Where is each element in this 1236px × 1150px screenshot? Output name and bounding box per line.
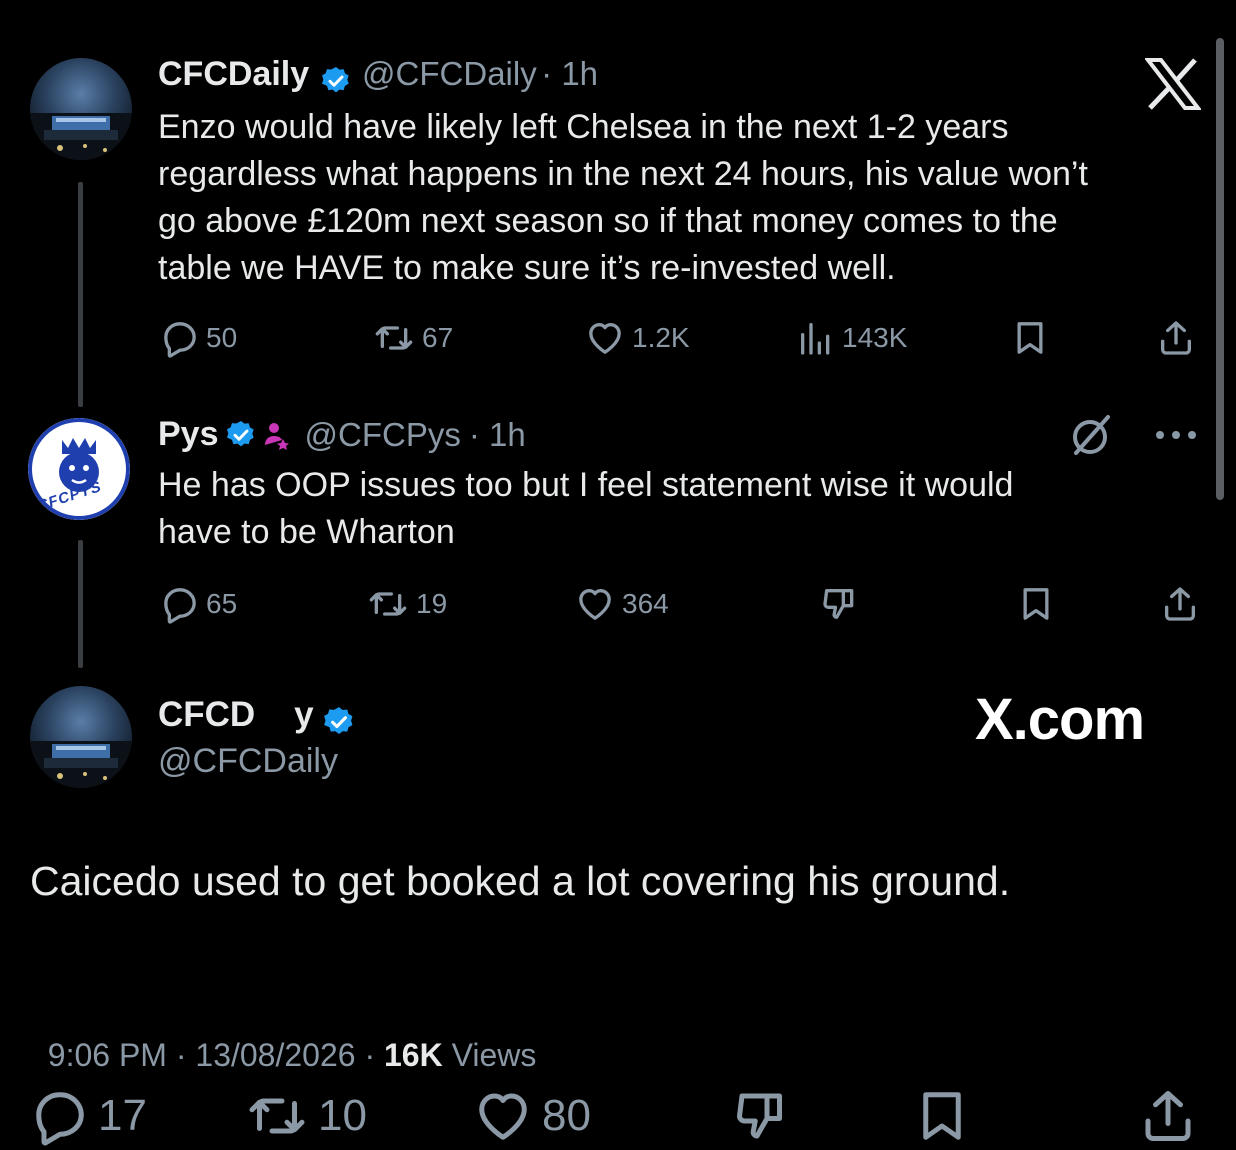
avatar[interactable]: CFCPYS [28, 418, 130, 520]
repost-count: 67 [422, 322, 454, 353]
affiliate-icon [264, 422, 289, 450]
watermark: X.com [975, 687, 1145, 752]
reply-icon [160, 318, 200, 358]
like-count: 1.2K [632, 322, 690, 353]
handle[interactable]: @CFCPys [305, 416, 461, 454]
timestamp[interactable]: 9:06 PM · 13/08/2026 · [48, 1037, 384, 1073]
repost-button[interactable]: 10 [244, 1086, 367, 1146]
display-name[interactable]: CFCDaily [158, 55, 309, 93]
bookmark-button[interactable] [912, 1086, 980, 1146]
like-count: 364 [622, 588, 669, 619]
share-icon [1160, 584, 1200, 624]
thread-line [78, 540, 83, 668]
share-icon [1138, 1086, 1198, 1146]
bookmark-icon [1010, 318, 1050, 358]
grok-icon[interactable] [1068, 413, 1116, 457]
handle[interactable]: @CFCDaily [362, 55, 537, 92]
like-button[interactable]: 80 [472, 1086, 591, 1146]
reply-button[interactable]: 65 [160, 584, 237, 624]
dislike-icon [732, 1086, 792, 1146]
scrollbar[interactable] [1216, 38, 1224, 500]
dislike-icon [820, 584, 860, 624]
main-header: CFCD y [158, 695, 356, 739]
verified-badge-icon [225, 419, 257, 451]
dislike-button[interactable] [820, 584, 866, 624]
tweet2-header: Pys @CFCPys · 1h [158, 415, 526, 454]
bookmark-button[interactable] [1010, 318, 1056, 358]
repost-icon [372, 318, 416, 358]
reply-count: 50 [206, 322, 238, 353]
timestamp[interactable]: · 1h [469, 416, 526, 454]
handle[interactable]: @CFCDaily [158, 742, 338, 781]
share-button[interactable] [1160, 584, 1206, 624]
heart-icon [472, 1086, 534, 1146]
tweet-text-line: have to be Wharton [158, 513, 455, 551]
repost-icon [244, 1086, 310, 1146]
tweet-text-line: go above £120m next season so if that mo… [158, 202, 1058, 240]
verified-badge-icon [322, 705, 356, 739]
heart-icon [584, 318, 626, 358]
verified-badge-icon [320, 65, 352, 97]
views-label: Views [442, 1037, 537, 1073]
bookmark-icon [1016, 584, 1056, 624]
reply-icon [30, 1086, 90, 1146]
repost-icon [366, 584, 410, 624]
display-name[interactable]: Pys [158, 415, 219, 454]
share-button[interactable] [1156, 318, 1202, 358]
like-button[interactable]: 1.2K [584, 318, 690, 358]
tweet2-text: He has OOP issues too but I feel stateme… [158, 462, 1158, 556]
share-button[interactable] [1138, 1086, 1206, 1146]
main-tweet-text: Caicedo used to get booked a lot coverin… [30, 858, 1011, 904]
share-icon [1156, 318, 1196, 358]
x-logo-icon [1145, 58, 1201, 110]
thread-line [78, 182, 83, 407]
repost-button[interactable]: 67 [372, 318, 453, 358]
repost-button[interactable]: 19 [366, 584, 447, 624]
timestamp[interactable]: · 1h [541, 55, 598, 92]
tweet1-header: CFCDaily @CFCDaily · 1h [158, 55, 598, 97]
tweet-meta: 9:06 PM · 13/08/2026 · 16K Views [30, 1000, 537, 1074]
avatar[interactable] [30, 686, 132, 788]
tweet1-text: Enzo would have likely left Chelsea in t… [158, 104, 1208, 292]
views-button[interactable]: 143K [796, 318, 907, 358]
reply-count: 65 [206, 588, 238, 619]
tweet-text-line: table we HAVE to make sure it’s re-inves… [158, 249, 896, 287]
views-icon [796, 318, 836, 358]
repost-count: 19 [416, 588, 448, 619]
dislike-button[interactable] [732, 1086, 800, 1146]
like-button[interactable]: 364 [574, 584, 669, 624]
reply-count: 17 [98, 1091, 147, 1140]
like-count: 80 [542, 1091, 591, 1140]
repost-count: 10 [318, 1091, 367, 1140]
display-name[interactable]: CFCD y [158, 695, 314, 734]
bookmark-button[interactable] [1016, 584, 1062, 624]
more-icon[interactable] [1152, 428, 1200, 442]
reply-icon [160, 584, 200, 624]
heart-icon [574, 584, 616, 624]
avatar[interactable] [30, 58, 132, 160]
bookmark-icon [912, 1086, 972, 1146]
tweet-text-line: He has OOP issues too but I feel stateme… [158, 466, 1014, 504]
tweet-text-line: regardless what happens in the next 24 h… [158, 155, 1088, 193]
views-count: 143K [842, 322, 908, 353]
reply-button[interactable]: 17 [30, 1086, 147, 1146]
tweet-text-line: Enzo would have likely left Chelsea in t… [158, 108, 1009, 146]
views-count: 16K [383, 1037, 443, 1073]
reply-button[interactable]: 50 [160, 318, 237, 358]
